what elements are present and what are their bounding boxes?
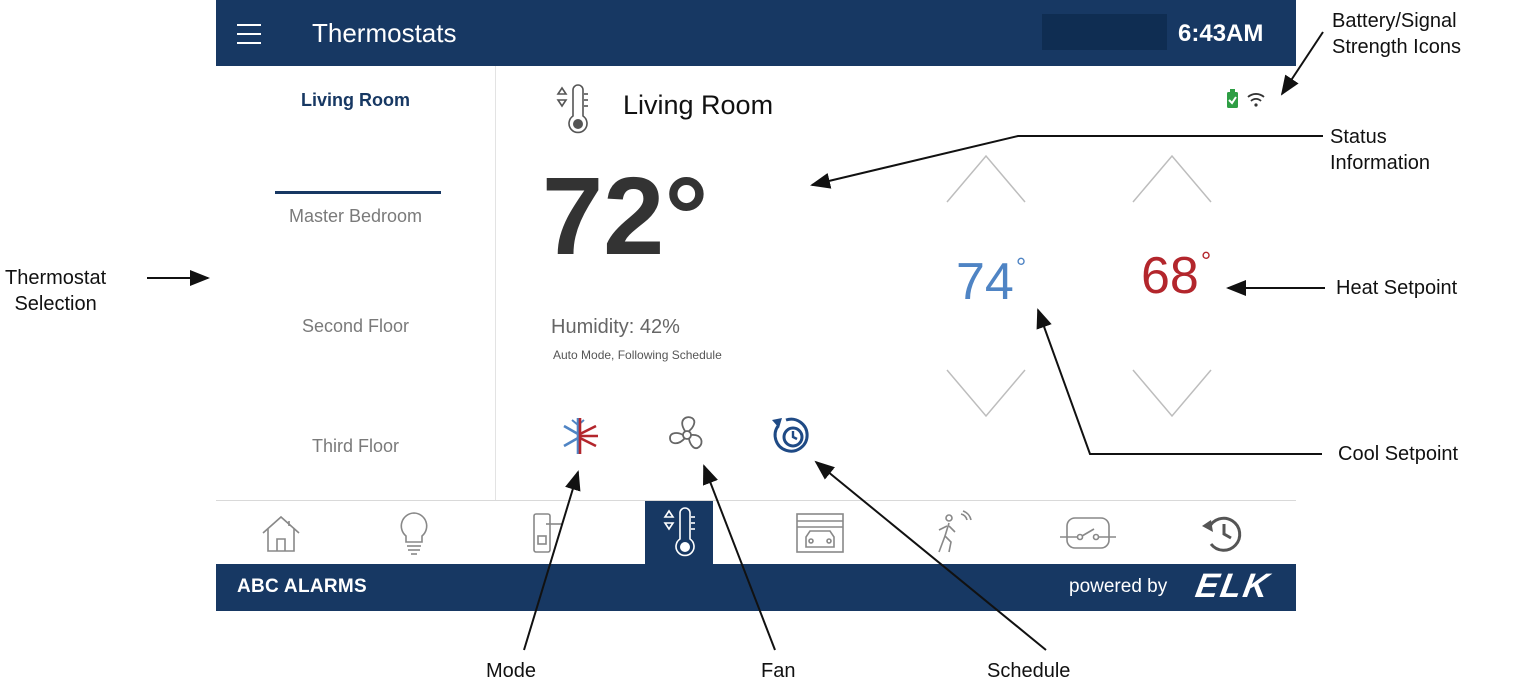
callout-heat-setpoint: Heat Setpoint [1336, 277, 1458, 299]
callout-line: Thermostat [5, 267, 107, 289]
callout-arrows [147, 31, 1325, 651]
callout-mode: Mode [486, 660, 537, 682]
callout-cool-setpoint: Cool Setpoint [1338, 443, 1459, 465]
callout-line: Information [1330, 152, 1431, 174]
callout-thermostat-selection: Thermostat Selection [5, 265, 106, 317]
callout-line: Selection [14, 293, 97, 315]
callout-status-information: Status Information [1330, 124, 1430, 176]
callout-fan: Fan [761, 660, 796, 682]
callout-battery-signal: Battery/Signal Strength Icons [1332, 8, 1461, 60]
callout-line: Status [1330, 126, 1387, 148]
callout-line: Strength Icons [1332, 36, 1461, 58]
callout-line: Battery/Signal [1332, 10, 1457, 32]
callout-schedule: Schedule [987, 660, 1071, 682]
